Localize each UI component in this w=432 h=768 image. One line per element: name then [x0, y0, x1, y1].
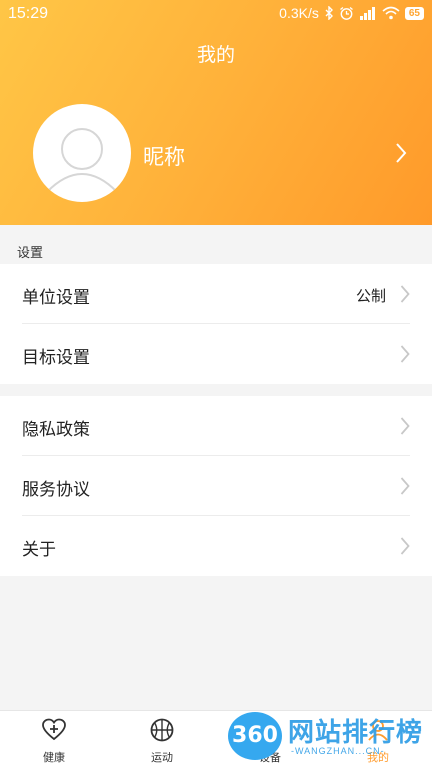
about-label: 关于	[22, 540, 56, 559]
heart-plus-icon	[41, 717, 67, 743]
status-time: 15:29	[8, 5, 49, 22]
watermark-overlay: 360 网站排行榜 -WANGZHAN...CN-	[216, 708, 432, 768]
avatar[interactable]	[33, 104, 131, 202]
default-avatar-icon	[46, 128, 118, 193]
privacy-policy-row[interactable]: 隐私政策	[0, 396, 432, 456]
network-speed: 0.3K/s	[279, 5, 319, 21]
bluetooth-icon	[324, 6, 334, 20]
battery-icon: 65	[404, 6, 424, 20]
unit-settings-row[interactable]: 单位设置 公制	[0, 264, 432, 324]
chevron-right-icon	[400, 536, 410, 561]
section-label-settings: 设置	[17, 245, 44, 260]
chevron-right-icon	[400, 476, 410, 501]
status-bar: 15:29 0.3K/s 65	[0, 0, 432, 28]
goal-settings-label: 目标设置	[22, 348, 90, 367]
chevron-right-icon	[400, 416, 410, 441]
nickname[interactable]: 昵称	[143, 141, 185, 171]
profile-header: 15:29 0.3K/s 65 我的 昵称	[0, 0, 432, 225]
tab-health[interactable]: 健康	[0, 711, 108, 768]
unit-settings-label: 单位设置	[22, 288, 90, 307]
info-group: 隐私政策 服务协议 关于	[0, 396, 432, 576]
settings-group: 单位设置 公制 目标设置	[0, 264, 432, 384]
tab-sport[interactable]: 运动	[108, 711, 216, 768]
service-agreement-row[interactable]: 服务协议	[0, 456, 432, 516]
chevron-right-icon	[400, 344, 410, 369]
page-title: 我的	[196, 45, 235, 66]
tab-health-label: 健康	[43, 752, 65, 764]
unit-settings-value: 公制	[355, 288, 386, 305]
signal-icon	[359, 6, 377, 20]
tab-sport-label: 运动	[151, 752, 173, 764]
goal-settings-row[interactable]: 目标设置	[0, 324, 432, 384]
watermark-badge: 360	[228, 712, 282, 760]
status-icons: 0.3K/s 65	[279, 5, 424, 21]
privacy-policy-label: 隐私政策	[22, 420, 90, 439]
about-row[interactable]: 关于	[0, 516, 432, 576]
chevron-right-icon[interactable]	[395, 142, 407, 169]
chevron-right-icon	[400, 284, 410, 309]
watermark-subtitle: -WANGZHAN...CN-	[291, 746, 385, 756]
watermark-title: 网站排行榜	[288, 717, 424, 747]
wifi-icon	[382, 6, 400, 20]
alarm-icon	[339, 6, 354, 21]
service-agreement-label: 服务协议	[22, 480, 90, 499]
basketball-icon	[149, 717, 175, 743]
